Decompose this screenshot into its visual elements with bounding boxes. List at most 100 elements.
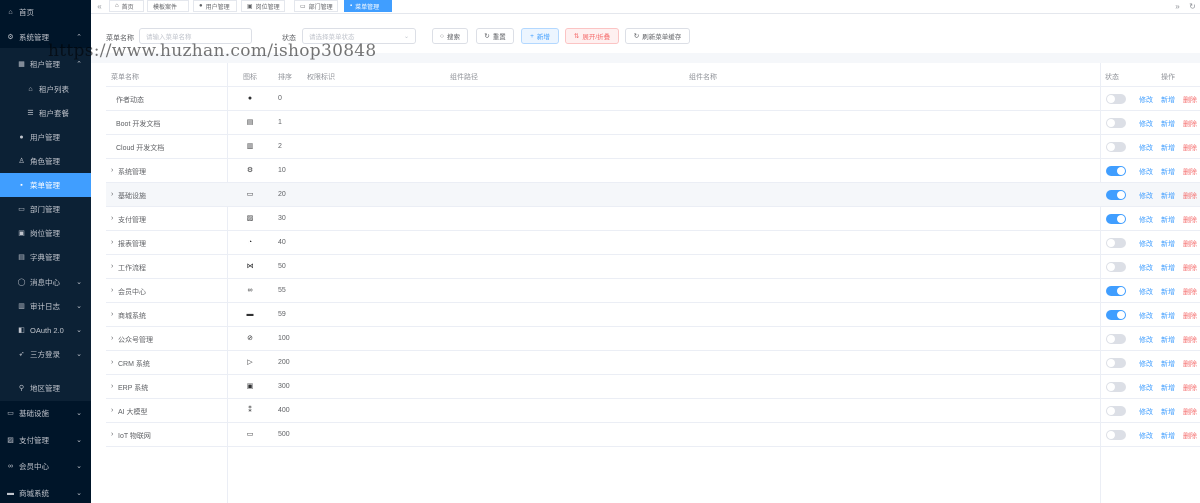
edit-button[interactable]: 修改 — [1139, 383, 1153, 393]
edit-button[interactable]: 修改 — [1139, 215, 1153, 225]
delete-button[interactable]: 删除 — [1183, 287, 1197, 297]
edit-button[interactable]: 修改 — [1139, 311, 1153, 321]
tab-menu[interactable]: ▪ 菜单管理 — [344, 0, 392, 12]
tabs-scroll-right-icon[interactable]: » — [1172, 0, 1183, 12]
add-child-button[interactable]: 新增 — [1161, 335, 1175, 345]
expand-row-icon[interactable]: › — [111, 335, 113, 342]
sidebar-item-social[interactable]: ➶ 三方登录 ⌄ — [0, 342, 91, 366]
table-row[interactable]: › AI 大模型 ⁑ 400 修改 新增 删除 — [106, 399, 1200, 423]
add-child-button[interactable]: 新增 — [1161, 431, 1175, 441]
sidebar-item-user[interactable]: ● 用户管理 — [0, 125, 91, 149]
sidebar-item-home[interactable]: ⌂ 首页 — [0, 0, 91, 24]
delete-button[interactable]: 删除 — [1183, 167, 1197, 177]
add-button[interactable]: + 新增 — [521, 28, 559, 44]
table-row[interactable]: › 基础设施 ▭ 20 修改 新增 删除 — [106, 183, 1200, 207]
tab-post[interactable]: ▣ 岗位管理 — [241, 0, 285, 12]
expand-collapse-button[interactable]: ⇅ 展开/折叠 — [565, 28, 619, 44]
edit-button[interactable]: 修改 — [1139, 239, 1153, 249]
delete-button[interactable]: 删除 — [1183, 311, 1197, 321]
sidebar-item-menu[interactable]: ▪ 菜单管理 — [0, 173, 91, 197]
edit-button[interactable]: 修改 — [1139, 143, 1153, 153]
expand-row-icon[interactable]: › — [111, 287, 113, 294]
sidebar-item-role[interactable]: ♙ 角色管理 — [0, 149, 91, 173]
expand-row-icon[interactable]: › — [111, 239, 113, 246]
table-row[interactable]: Cloud 开发文档 ▥ 2 修改 新增 删除 — [106, 135, 1200, 159]
delete-button[interactable]: 删除 — [1183, 383, 1197, 393]
table-row[interactable]: › 支付管理 ▨ 30 修改 新增 删除 — [106, 207, 1200, 231]
add-child-button[interactable]: 新增 — [1161, 287, 1175, 297]
status-toggle[interactable] — [1106, 118, 1126, 128]
table-row[interactable]: › 会员中心 ∞ 55 修改 新增 删除 — [106, 279, 1200, 303]
edit-button[interactable]: 修改 — [1139, 167, 1153, 177]
menu-name-input[interactable]: 请输入菜单名称 — [139, 28, 252, 44]
expand-row-icon[interactable]: › — [111, 383, 113, 390]
tab-dept[interactable]: ▭ 部门管理 — [294, 0, 338, 12]
add-child-button[interactable]: 新增 — [1161, 311, 1175, 321]
status-toggle[interactable] — [1106, 142, 1126, 152]
delete-button[interactable]: 删除 — [1183, 431, 1197, 441]
expand-row-icon[interactable]: › — [111, 359, 113, 366]
expand-row-icon[interactable]: › — [111, 215, 113, 222]
delete-button[interactable]: 删除 — [1183, 359, 1197, 369]
sidebar-item-oauth[interactable]: ◧ OAuth 2.0 ⌄ — [0, 318, 91, 342]
sidebar-item-post[interactable]: ▣ 岗位管理 — [0, 221, 91, 245]
delete-button[interactable]: 删除 — [1183, 407, 1197, 417]
refresh-cache-button[interactable]: ↻ 刷新菜单缓存 — [625, 28, 690, 44]
delete-button[interactable]: 删除 — [1183, 143, 1197, 153]
table-row[interactable]: › 工作流程 ⋈ 50 修改 新增 删除 — [106, 255, 1200, 279]
add-child-button[interactable]: 新增 — [1161, 239, 1175, 249]
edit-button[interactable]: 修改 — [1139, 287, 1153, 297]
delete-button[interactable]: 删除 — [1183, 239, 1197, 249]
add-child-button[interactable]: 新增 — [1161, 119, 1175, 129]
expand-row-icon[interactable]: › — [111, 263, 113, 270]
add-child-button[interactable]: 新增 — [1161, 263, 1175, 273]
tab-template[interactable]: 模板案件 — [147, 0, 189, 12]
table-row[interactable]: › 报表管理 ◔ 40 修改 新增 删除 — [106, 231, 1200, 255]
tab-user[interactable]: ● 用户管理 — [193, 0, 237, 12]
status-toggle[interactable] — [1106, 430, 1126, 440]
status-toggle[interactable] — [1106, 406, 1126, 416]
add-child-button[interactable]: 新增 — [1161, 359, 1175, 369]
expand-row-icon[interactable]: › — [111, 167, 113, 174]
add-child-button[interactable]: 新增 — [1161, 383, 1175, 393]
edit-button[interactable]: 修改 — [1139, 335, 1153, 345]
expand-row-icon[interactable]: › — [111, 311, 113, 318]
edit-button[interactable]: 修改 — [1139, 407, 1153, 417]
table-row[interactable]: › 公众号管理 ⊘ 100 修改 新增 删除 — [106, 327, 1200, 351]
sidebar-item-member[interactable]: ∞ 会员中心 ⌄ — [0, 454, 91, 478]
sidebar-item-infra[interactable]: ▭ 基础设施 ⌄ — [0, 401, 91, 425]
table-row[interactable]: › CRM 系统 ▷ 200 修改 新增 删除 — [106, 351, 1200, 375]
status-toggle[interactable] — [1106, 190, 1126, 200]
status-toggle[interactable] — [1106, 262, 1126, 272]
add-child-button[interactable]: 新增 — [1161, 143, 1175, 153]
table-row[interactable]: › 系统管理 ⚙ 10 修改 新增 删除 — [106, 159, 1200, 183]
status-toggle[interactable] — [1106, 214, 1126, 224]
table-row[interactable]: 作者动态 ● 0 修改 新增 删除 — [106, 87, 1200, 111]
sidebar-item-dict[interactable]: ▤ 字典管理 — [0, 245, 91, 269]
reset-button[interactable]: ↻ 重置 — [476, 28, 514, 44]
status-toggle[interactable] — [1106, 166, 1126, 176]
sidebar-item-dept[interactable]: ▭ 部门管理 — [0, 197, 91, 221]
tabs-scroll-left-icon[interactable]: « — [94, 0, 105, 12]
add-child-button[interactable]: 新增 — [1161, 191, 1175, 201]
tab-home[interactable]: ⌂ 首页 — [109, 0, 144, 12]
refresh-icon[interactable]: ↻ — [1187, 0, 1198, 12]
sidebar-item-audit[interactable]: ▥ 审计日志 ⌄ — [0, 294, 91, 318]
sidebar-item-mall[interactable]: ▬ 商城系统 ⌄ — [0, 481, 91, 503]
edit-button[interactable]: 修改 — [1139, 191, 1153, 201]
delete-button[interactable]: 删除 — [1183, 95, 1197, 105]
add-child-button[interactable]: 新增 — [1161, 215, 1175, 225]
table-row[interactable]: › 商城系统 ▬ 59 修改 新增 删除 — [106, 303, 1200, 327]
add-child-button[interactable]: 新增 — [1161, 167, 1175, 177]
status-toggle[interactable] — [1106, 382, 1126, 392]
sidebar-item-tenant-list[interactable]: ⌂ 租户列表 — [0, 77, 91, 101]
table-row[interactable]: › IoT 物联网 ▭ 500 修改 新增 删除 — [106, 423, 1200, 447]
add-child-button[interactable]: 新增 — [1161, 95, 1175, 105]
status-toggle[interactable] — [1106, 334, 1126, 344]
sidebar-item-message[interactable]: ◯ 消息中心 ⌄ — [0, 270, 91, 294]
sidebar-item-tenant-package[interactable]: ☰ 租户套餐 — [0, 101, 91, 125]
expand-row-icon[interactable]: › — [111, 191, 113, 198]
sidebar-item-area[interactable]: ⚲ 地区管理 — [0, 376, 91, 400]
status-toggle[interactable] — [1106, 358, 1126, 368]
edit-button[interactable]: 修改 — [1139, 95, 1153, 105]
